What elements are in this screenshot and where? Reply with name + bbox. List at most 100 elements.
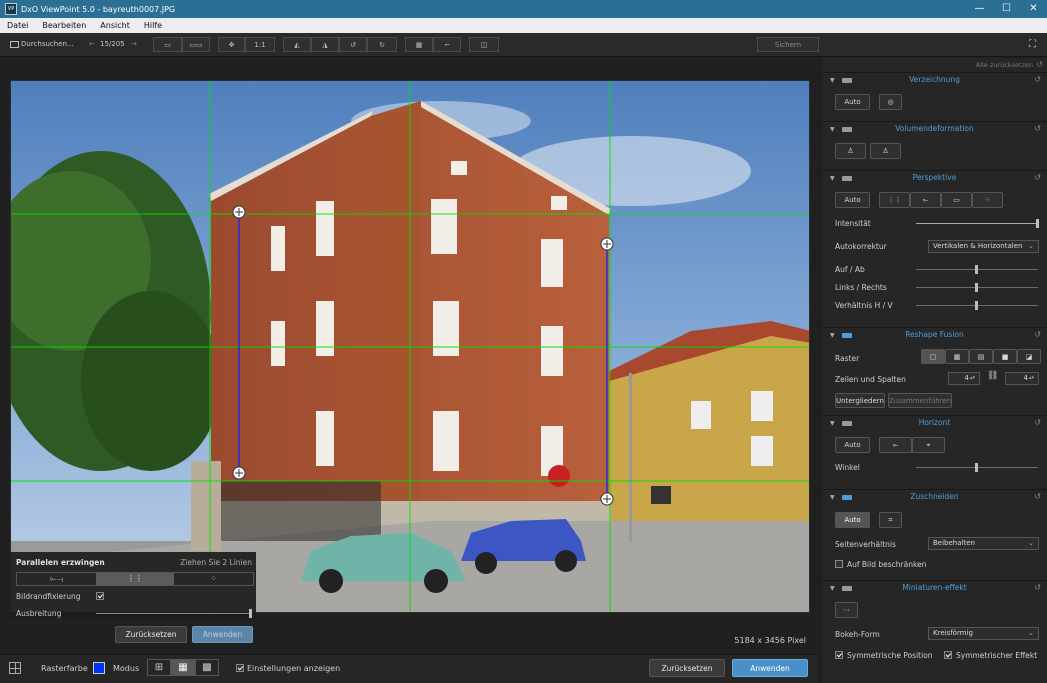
guide-handle[interactable] — [232, 205, 246, 219]
grid-toggle-icon[interactable] — [9, 662, 21, 674]
horizon-auto-button[interactable]: Auto — [835, 437, 870, 453]
menu-datei[interactable]: Datei — [0, 21, 35, 30]
zoom-one-to-one-button[interactable]: 1:1 — [245, 37, 275, 52]
horizon-cross-icon[interactable]: ⌖ — [912, 437, 945, 453]
horizon-line-icon[interactable]: ⟜ — [879, 437, 912, 453]
crop-icon[interactable]: ⌗ — [879, 512, 902, 528]
angle-slider[interactable] — [916, 463, 1038, 472]
reset-section-icon[interactable]: ↺ — [1034, 75, 1041, 84]
section-volume[interactable]: ▼ Volumendeformation ↺ — [822, 121, 1047, 136]
miniature-focus-icon[interactable]: ⋯ — [835, 602, 858, 618]
rotate-right-icon[interactable]: ↻ — [367, 37, 397, 52]
vertical-lines-icon[interactable]: ⋮⋮ — [879, 192, 910, 208]
symmetric-position-checkbox[interactable] — [835, 651, 843, 659]
section-perspective[interactable]: ▼ Perspektive ↺ — [822, 170, 1047, 185]
reset-all-link[interactable]: Alle zurücksetzen — [976, 61, 1033, 69]
intensity-slider-knob[interactable] — [1036, 219, 1039, 228]
prev-image-button[interactable]: ← — [89, 37, 95, 52]
rectangle-icon[interactable]: ▭ — [941, 192, 972, 208]
flip-horizontal-icon[interactable]: ◭ — [283, 37, 311, 52]
reset-section-icon[interactable]: ↺ — [1034, 418, 1041, 427]
maximize-button[interactable]: ☐ — [993, 0, 1020, 18]
perspective-auto-button[interactable]: Auto — [835, 192, 870, 208]
guides-icon[interactable]: ⌐ — [433, 37, 461, 52]
updown-slider[interactable] — [916, 265, 1038, 274]
limit-to-image-checkbox[interactable] — [835, 560, 843, 568]
close-button[interactable]: ✕ — [1020, 0, 1047, 18]
parallel-reset-button[interactable]: Zurücksetzen — [115, 626, 187, 643]
show-settings-checkbox[interactable] — [236, 664, 244, 672]
apply-button[interactable]: Anwenden — [732, 659, 808, 677]
leftright-slider-knob[interactable] — [975, 283, 978, 292]
leftright-slider[interactable] — [916, 283, 1038, 292]
subdivide-button[interactable]: Untergliedern — [835, 393, 885, 408]
grid-5-icon[interactable]: ◪ — [1017, 349, 1041, 364]
grid-1-icon[interactable]: ▢ — [921, 349, 945, 364]
mode-perspective-icon[interactable]: ⊞ — [147, 659, 171, 676]
cols-stepper[interactable]: 4 ▴▾ — [1005, 372, 1039, 385]
merge-button[interactable]: Zusammenführen — [888, 393, 952, 408]
compare-icon[interactable]: ▭ — [153, 37, 182, 52]
updown-slider-knob[interactable] — [975, 265, 978, 274]
reset-button[interactable]: Zurücksetzen — [649, 659, 725, 677]
section-distortion[interactable]: ▼ Verzeichnung ↺ — [822, 72, 1047, 87]
section-miniature[interactable]: ▼ Miniaturen-effekt ↺ — [822, 580, 1047, 595]
reset-section-icon[interactable]: ↺ — [1034, 124, 1041, 133]
spread-slider-knob[interactable] — [249, 609, 252, 618]
angle-slider-knob[interactable] — [975, 463, 978, 472]
horizontal-parallel-icon[interactable]: ⟜⟞ — [17, 573, 96, 585]
next-image-button[interactable]: → — [131, 37, 137, 52]
spread-slider[interactable] — [96, 609, 252, 618]
lens-profile-icon[interactable]: ◎ — [879, 94, 902, 110]
reset-section-icon[interactable]: ↺ — [1034, 583, 1041, 592]
grid-2-icon[interactable]: ▦ — [945, 349, 969, 364]
bokeh-dropdown[interactable]: Kreisförmig ⌄ — [928, 627, 1039, 640]
reset-all-icon[interactable]: ↺ — [1036, 60, 1043, 69]
fullscreen-icon[interactable]: ⛶ — [1029, 37, 1036, 52]
horizontal-lines-icon[interactable]: ⟜ — [910, 192, 941, 208]
grid-color-swatch[interactable] — [93, 662, 105, 674]
menu-ansicht[interactable]: Ansicht — [93, 21, 137, 30]
minimize-button[interactable]: — — [966, 0, 993, 18]
distortion-auto-button[interactable]: Auto — [835, 94, 870, 110]
menu-bearbeiten[interactable]: Bearbeiten — [35, 21, 93, 30]
section-reshape[interactable]: ▼ Reshape Fusion ↺ — [822, 327, 1047, 342]
crop-auto-button[interactable]: Auto — [835, 512, 870, 528]
eight-points-icon[interactable]: ⁘ — [972, 192, 1003, 208]
rectangle-parallel-icon[interactable]: ⁘ — [174, 573, 253, 585]
flip-vertical-icon[interactable]: ◮ — [311, 37, 339, 52]
volume-person-icon[interactable]: ♙ — [835, 143, 866, 159]
symmetric-effect-checkbox[interactable] — [944, 651, 952, 659]
move-tool-icon[interactable]: ✥ — [218, 37, 245, 52]
vertical-parallel-icon[interactable]: ⋮⋮ — [95, 573, 175, 585]
rotate-left-icon[interactable]: ↺ — [339, 37, 367, 52]
guide-handle[interactable] — [600, 492, 614, 506]
edge-fix-checkbox[interactable] — [96, 592, 104, 600]
grid-4-icon[interactable]: ■ — [993, 349, 1017, 364]
reset-section-icon[interactable]: ↺ — [1034, 173, 1041, 182]
reset-section-icon[interactable]: ↺ — [1034, 330, 1041, 339]
mode-grid-icon[interactable]: ▦ — [171, 659, 195, 676]
rows-stepper[interactable]: 4 ▴▾ — [948, 372, 980, 385]
mode-fine-grid-icon[interactable]: ▩ — [195, 659, 219, 676]
preview-icon[interactable]: ◫ — [469, 37, 499, 52]
ratio-slider-knob[interactable] — [975, 301, 978, 310]
volume-person-edge-icon[interactable]: ♙ — [870, 143, 901, 159]
link-icon[interactable]: ⛓ — [987, 371, 998, 381]
guide-handle[interactable] — [232, 466, 246, 480]
guide-handle[interactable] — [600, 237, 614, 251]
ratio-slider[interactable] — [916, 301, 1038, 310]
menu-hilfe[interactable]: Hilfe — [137, 21, 169, 30]
photo-preview[interactable] — [10, 80, 810, 613]
aspect-dropdown[interactable]: Beibehalten ⌄ — [928, 537, 1039, 550]
reset-section-icon[interactable]: ↺ — [1034, 492, 1041, 501]
grid-icon[interactable]: ▦ — [405, 37, 433, 52]
parallel-apply-button[interactable]: Anwenden — [192, 626, 253, 643]
save-button[interactable]: Sichern — [757, 37, 819, 52]
section-horizon[interactable]: ▼ Horizont ↺ — [822, 415, 1047, 430]
split-view-icon[interactable]: ▭▭ — [182, 37, 210, 52]
intensity-slider[interactable] — [916, 219, 1039, 228]
grid-3-icon[interactable]: ▤ — [969, 349, 993, 364]
browse-button[interactable]: Durchsuchen... — [10, 37, 74, 52]
section-crop[interactable]: ▼ Zuschneiden ↺ — [822, 489, 1047, 504]
